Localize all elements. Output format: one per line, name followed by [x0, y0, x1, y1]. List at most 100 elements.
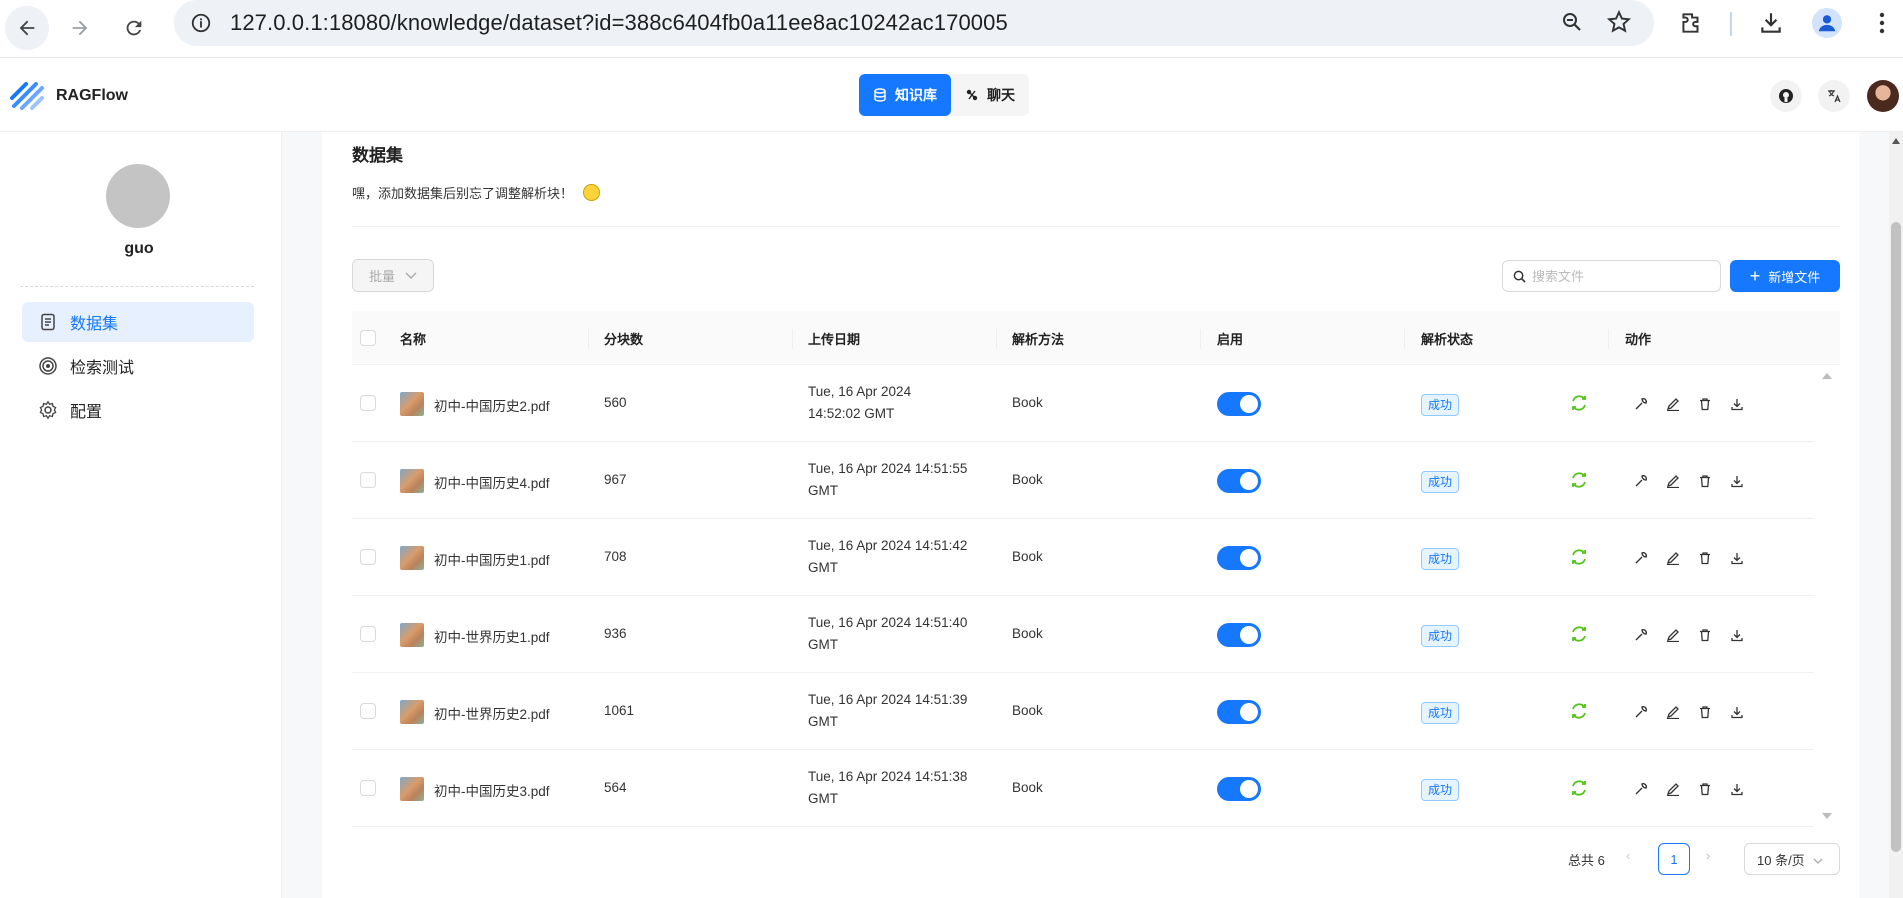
zoom-icon[interactable] — [1560, 10, 1584, 39]
column-header-name[interactable]: 名称 — [400, 329, 426, 348]
enable-toggle[interactable] — [1217, 777, 1261, 801]
file-thumbnail — [400, 623, 424, 647]
user-avatar[interactable] — [1867, 80, 1899, 112]
reparse-icon[interactable] — [1569, 701, 1589, 724]
table-scrollbar[interactable] — [1814, 365, 1840, 827]
download-icon[interactable] — [1728, 703, 1746, 721]
site-info-icon[interactable] — [188, 10, 214, 36]
add-file-button[interactable]: + 新增文件 — [1730, 260, 1840, 292]
prev-page-button[interactable]: ‹ — [1626, 848, 1630, 863]
bulk-actions-dropdown[interactable]: 批量 — [352, 259, 434, 292]
tool-icon[interactable] — [1632, 395, 1650, 413]
column-header-chunks[interactable]: 分块数 — [604, 329, 643, 348]
column-header-enabled[interactable]: 启用 — [1217, 329, 1243, 348]
download-icon[interactable] — [1728, 780, 1746, 798]
bookmark-star-icon[interactable] — [1606, 9, 1632, 40]
download-icon[interactable] — [1728, 472, 1746, 490]
reparse-icon[interactable] — [1569, 778, 1589, 801]
url-text[interactable]: 127.0.0.1:18080/knowledge/dataset?id=388… — [230, 10, 1008, 36]
column-header-upload-date[interactable]: 上传日期 — [808, 329, 860, 348]
delete-icon[interactable] — [1696, 395, 1714, 413]
reparse-icon[interactable] — [1569, 470, 1589, 493]
row-checkbox[interactable] — [360, 703, 376, 719]
delete-icon[interactable] — [1696, 549, 1714, 567]
tool-icon[interactable] — [1632, 472, 1650, 490]
more-vert-icon[interactable] — [1872, 10, 1892, 41]
file-name[interactable]: 初中-中国历史2.pdf — [434, 395, 550, 415]
enable-toggle[interactable] — [1217, 700, 1261, 724]
enable-toggle[interactable] — [1217, 623, 1261, 647]
row-checkbox[interactable] — [360, 780, 376, 796]
tool-icon[interactable] — [1632, 780, 1650, 798]
status-badge: 成功 — [1421, 702, 1460, 724]
delete-icon[interactable] — [1696, 472, 1714, 490]
profile-icon[interactable] — [1812, 8, 1842, 38]
reparse-icon[interactable] — [1569, 393, 1589, 416]
search-input[interactable] — [1532, 268, 1702, 284]
tool-icon[interactable] — [1632, 703, 1650, 721]
reload-button[interactable] — [112, 6, 156, 50]
sidebar-item-dataset[interactable]: 数据集 — [22, 302, 254, 342]
download-icon[interactable] — [1728, 395, 1746, 413]
sidebar-item-settings[interactable]: 配置 — [22, 390, 254, 430]
enable-toggle[interactable] — [1217, 546, 1261, 570]
enable-toggle[interactable] — [1217, 392, 1261, 416]
download-icon[interactable] — [1728, 549, 1746, 567]
select-all-checkbox[interactable] — [360, 330, 376, 346]
github-icon[interactable] — [1770, 80, 1802, 112]
row-checkbox[interactable] — [360, 472, 376, 488]
delete-icon[interactable] — [1696, 780, 1714, 798]
upload-date-line2: GMT — [808, 714, 838, 729]
row-checkbox[interactable] — [360, 626, 376, 642]
logo[interactable]: RAGFlow — [10, 80, 128, 112]
edit-icon[interactable] — [1664, 780, 1682, 798]
row-checkbox[interactable] — [360, 395, 376, 411]
edit-icon[interactable] — [1664, 703, 1682, 721]
tool-icon[interactable] — [1632, 549, 1650, 567]
file-name[interactable]: 初中-中国历史1.pdf — [434, 549, 550, 569]
reload-icon — [126, 20, 142, 36]
page-size-select[interactable]: 10 条/页 — [1744, 843, 1840, 875]
page-number-button[interactable]: 1 — [1658, 843, 1690, 875]
edit-icon[interactable] — [1664, 626, 1682, 644]
tool-icon[interactable] — [1632, 626, 1650, 644]
scrollbar-thumb[interactable] — [1891, 222, 1901, 852]
download-icon[interactable] — [1728, 626, 1746, 644]
delete-icon[interactable] — [1696, 703, 1714, 721]
next-page-button[interactable]: › — [1706, 848, 1710, 863]
tab-knowledge[interactable]: 知识库 — [859, 74, 951, 116]
row-actions — [1632, 626, 1746, 644]
sidebar-item-retrieval-test[interactable]: 检索测试 — [22, 346, 254, 386]
edit-icon[interactable] — [1664, 549, 1682, 567]
file-name[interactable]: 初中-中国历史4.pdf — [434, 472, 550, 492]
translate-icon[interactable] — [1818, 80, 1850, 112]
sidebar-item-label: 检索测试 — [70, 360, 135, 377]
enable-toggle[interactable] — [1217, 469, 1261, 493]
reparse-icon[interactable] — [1569, 624, 1589, 647]
arrow-left-icon — [19, 20, 35, 36]
sidebar-divider — [20, 286, 254, 287]
row-actions — [1632, 472, 1746, 490]
scroll-down-icon[interactable] — [1822, 813, 1832, 819]
file-name[interactable]: 初中-世界历史1.pdf — [434, 626, 550, 646]
back-button[interactable] — [5, 6, 49, 50]
row-checkbox[interactable] — [360, 549, 376, 565]
download-icon[interactable] — [1758, 10, 1784, 41]
extensions-icon[interactable] — [1678, 10, 1704, 41]
address-bar[interactable]: 127.0.0.1:18080/knowledge/dataset?id=388… — [174, 0, 1654, 46]
column-header-parse-status[interactable]: 解析状态 — [1421, 329, 1473, 348]
delete-icon[interactable] — [1696, 626, 1714, 644]
table-row: 初中-中国历史3.pdf 564 Tue, 16 Apr 2024 14:51:… — [352, 750, 1814, 827]
page-scrollbar[interactable] — [1889, 132, 1903, 898]
file-name[interactable]: 初中-中国历史3.pdf — [434, 780, 550, 800]
reparse-icon[interactable] — [1569, 547, 1589, 570]
tab-chat[interactable]: 聊天 — [951, 74, 1029, 116]
scroll-up-arrow-icon[interactable] — [1892, 138, 1900, 144]
column-header-parse-method[interactable]: 解析方法 — [1012, 329, 1064, 348]
scroll-up-icon[interactable] — [1822, 373, 1832, 379]
profile-avatar — [106, 164, 170, 228]
file-name[interactable]: 初中-世界历史2.pdf — [434, 703, 550, 723]
edit-icon[interactable] — [1664, 395, 1682, 413]
edit-icon[interactable] — [1664, 472, 1682, 490]
forward-button[interactable] — [58, 6, 102, 50]
